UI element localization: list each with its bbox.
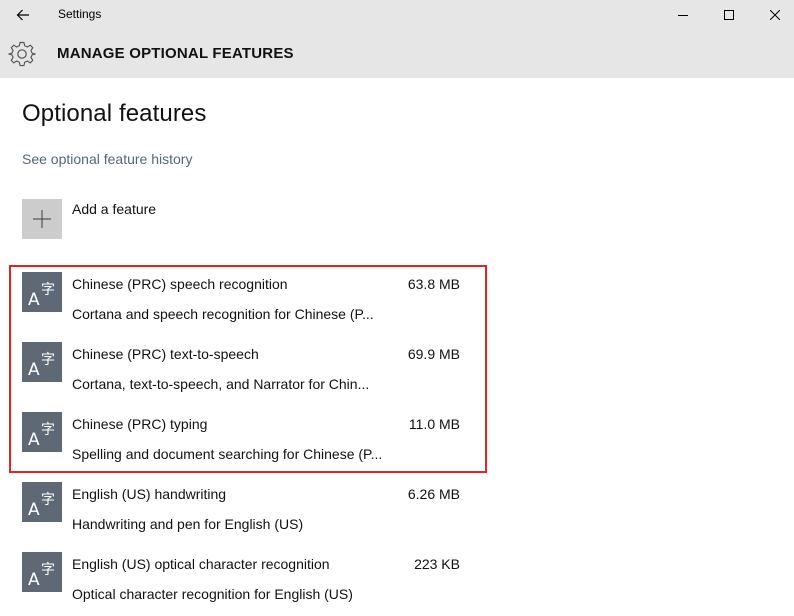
- svg-text:A: A: [28, 290, 40, 310]
- add-feature-label[interactable]: Add a feature: [72, 201, 156, 217]
- close-icon: [770, 9, 780, 20]
- feature-item[interactable]: A 字 English (US) optical character recog…: [22, 550, 462, 612]
- svg-text:字: 字: [41, 282, 55, 298]
- page-title: Optional features: [22, 100, 207, 127]
- feature-name: Chinese (PRC) typing: [72, 416, 208, 432]
- add-feature-button[interactable]: [22, 199, 62, 239]
- svg-text:字: 字: [41, 422, 55, 438]
- feature-size: 11.0 MB: [408, 416, 460, 432]
- close-button[interactable]: [752, 0, 794, 29]
- app-title: Settings: [58, 7, 102, 21]
- feature-description: Optical character recognition for Englis…: [72, 586, 353, 602]
- feature-history-link[interactable]: See optional feature history: [22, 151, 192, 167]
- back-arrow-icon: [16, 9, 29, 20]
- title-bar: Settings: [0, 0, 794, 29]
- feature-item[interactable]: A 字 Chinese (PRC) speech recognition 63.…: [22, 270, 462, 332]
- svg-text:字: 字: [41, 562, 55, 578]
- svg-text:A: A: [28, 360, 40, 380]
- svg-text:A: A: [28, 430, 40, 450]
- minimize-icon: [678, 14, 688, 16]
- svg-text:字: 字: [41, 492, 55, 508]
- gear-icon: [8, 41, 36, 67]
- page-header: MANAGE OPTIONAL FEATURES: [0, 29, 794, 78]
- maximize-icon: [724, 9, 734, 20]
- svg-text:字: 字: [41, 352, 55, 368]
- back-button[interactable]: [8, 0, 38, 29]
- feature-item[interactable]: A 字 Chinese (PRC) text-to-speech 69.9 MB…: [22, 340, 462, 402]
- feature-size: 6.26 MB: [407, 486, 460, 502]
- feature-size: 63.8 MB: [407, 276, 460, 292]
- feature-name: English (US) handwriting: [72, 486, 227, 502]
- language-feature-icon: A 字: [22, 482, 62, 522]
- feature-name: English (US) optical character recogniti…: [72, 556, 330, 572]
- plus-icon: [33, 210, 51, 228]
- feature-item[interactable]: A 字 Chinese (PRC) typing 11.0 MB Spellin…: [22, 410, 462, 472]
- header-title: MANAGE OPTIONAL FEATURES: [57, 45, 294, 62]
- feature-description: Cortana, text-to-speech, and Narrator fo…: [72, 376, 370, 392]
- language-feature-icon: A 字: [22, 412, 62, 452]
- feature-name: Chinese (PRC) speech recognition: [72, 276, 288, 292]
- feature-item[interactable]: A 字 English (US) handwriting 6.26 MB Han…: [22, 480, 462, 542]
- language-feature-icon: A 字: [22, 342, 62, 382]
- feature-size: 69.9 MB: [407, 346, 460, 362]
- language-feature-icon: A 字: [22, 272, 62, 312]
- feature-size: 223 KB: [414, 556, 460, 572]
- svg-text:A: A: [28, 500, 40, 520]
- feature-description: Handwriting and pen for English (US): [72, 516, 304, 532]
- maximize-button[interactable]: [706, 0, 752, 29]
- feature-description: Spelling and document searching for Chin…: [72, 446, 383, 462]
- language-feature-icon: A 字: [22, 552, 62, 592]
- feature-description: Cortana and speech recognition for Chine…: [72, 306, 374, 322]
- svg-text:A: A: [28, 570, 40, 590]
- minimize-button[interactable]: [660, 0, 706, 29]
- feature-name: Chinese (PRC) text-to-speech: [72, 346, 259, 362]
